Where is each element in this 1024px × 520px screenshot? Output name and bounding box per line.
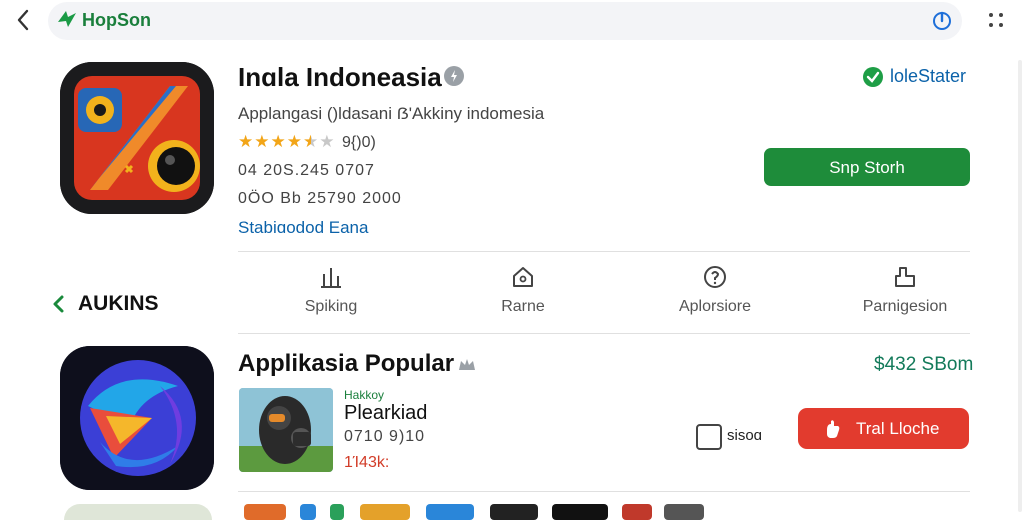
trial-button-label: Tral Lloche xyxy=(856,419,940,438)
brand-logo-icon xyxy=(56,8,78,30)
next-thumb xyxy=(330,504,344,520)
status-check-icon xyxy=(862,66,884,88)
chevron-left-icon xyxy=(17,9,29,31)
grid-dots-icon xyxy=(989,13,1003,27)
featured-app-title: Inɑla Indoneasia xyxy=(238,62,442,92)
next-thumb xyxy=(300,504,316,520)
next-thumb xyxy=(552,504,608,520)
tab-label: Rarne xyxy=(501,298,545,315)
star-rating: ★★★★★★ xyxy=(238,132,335,152)
featured-app-subtitle: Applangasi ()ldasani ẞ'Akkiny indomesia xyxy=(238,104,545,123)
half-star-icon: ★ xyxy=(302,132,320,151)
back-button[interactable] xyxy=(10,6,38,34)
item-meta: 0710 9)10 xyxy=(344,428,426,445)
next-thumb xyxy=(622,504,652,520)
tab-aplorsiore[interactable]: Aplorsiore xyxy=(640,264,790,326)
price-label: $432 SBom xyxy=(874,354,974,375)
scrollbar[interactable] xyxy=(1018,60,1022,512)
popular-app-icon[interactable] xyxy=(60,346,214,490)
tab-rarne[interactable]: Rarne xyxy=(448,264,598,326)
hand-icon xyxy=(827,420,840,438)
star-empty-icon: ★ xyxy=(319,132,336,151)
popular-section-title: Applikasia Popular xyxy=(238,350,455,377)
next-thumb xyxy=(244,504,286,520)
checkbox[interactable] xyxy=(696,424,722,450)
next-thumb xyxy=(360,504,410,520)
next-thumb xyxy=(490,504,538,520)
next-app-icon[interactable] xyxy=(64,504,212,520)
home-icon xyxy=(513,267,533,287)
tab-label: Spiking xyxy=(304,298,358,315)
info-icon xyxy=(704,266,726,288)
item-sale: 1Ί43k: xyxy=(344,454,390,471)
power-button[interactable] xyxy=(930,8,954,32)
verified-badge-icon xyxy=(444,66,464,86)
next-thumb xyxy=(664,504,704,520)
rating-value: 9{)0) xyxy=(342,134,376,151)
tab-label: Parnigesion xyxy=(862,298,948,315)
divider xyxy=(238,333,970,334)
share-icon xyxy=(895,267,915,287)
install-button[interactable]: Snp Storh xyxy=(764,148,970,186)
tab-parnigesion[interactable]: Parnigesion xyxy=(830,264,980,326)
chart-icon xyxy=(321,268,341,288)
brand-name: HopSon xyxy=(82,10,151,30)
tab-spiking[interactable]: Spiking xyxy=(256,264,406,326)
section-back-button[interactable] xyxy=(50,292,66,316)
developer-link[interactable]: Stabiɑodod Eana xyxy=(238,218,368,238)
divider xyxy=(238,491,970,492)
app-meta-line-2: 0ÖO Bb 25790 2000 xyxy=(238,190,402,207)
power-icon xyxy=(933,11,951,30)
next-thumb xyxy=(426,504,474,520)
tab-label: Aplorsiore xyxy=(678,298,752,315)
chevron-left-icon xyxy=(53,295,64,313)
section-label: AUKINS xyxy=(78,292,159,315)
app-meta-line-1: 04 20S.245 0707 xyxy=(238,162,375,179)
item-name: Plearkiad xyxy=(344,402,428,424)
status-text: loleStater xyxy=(890,66,967,86)
address-bar[interactable] xyxy=(48,2,962,40)
divider xyxy=(238,251,970,252)
featured-app-icon[interactable] xyxy=(60,62,214,214)
star-icon: ★★★★ xyxy=(238,132,303,151)
item-kicker: Hakkoy xyxy=(344,388,385,402)
checkbox-label: sisoɑ xyxy=(727,427,763,444)
more-menu-button[interactable] xyxy=(986,10,1006,30)
top-bar: HopSon xyxy=(0,0,1024,44)
app-thumbnail[interactable] xyxy=(239,388,333,472)
trial-button[interactable]: Tral Lloche xyxy=(798,408,969,449)
crown-icon xyxy=(456,354,478,376)
